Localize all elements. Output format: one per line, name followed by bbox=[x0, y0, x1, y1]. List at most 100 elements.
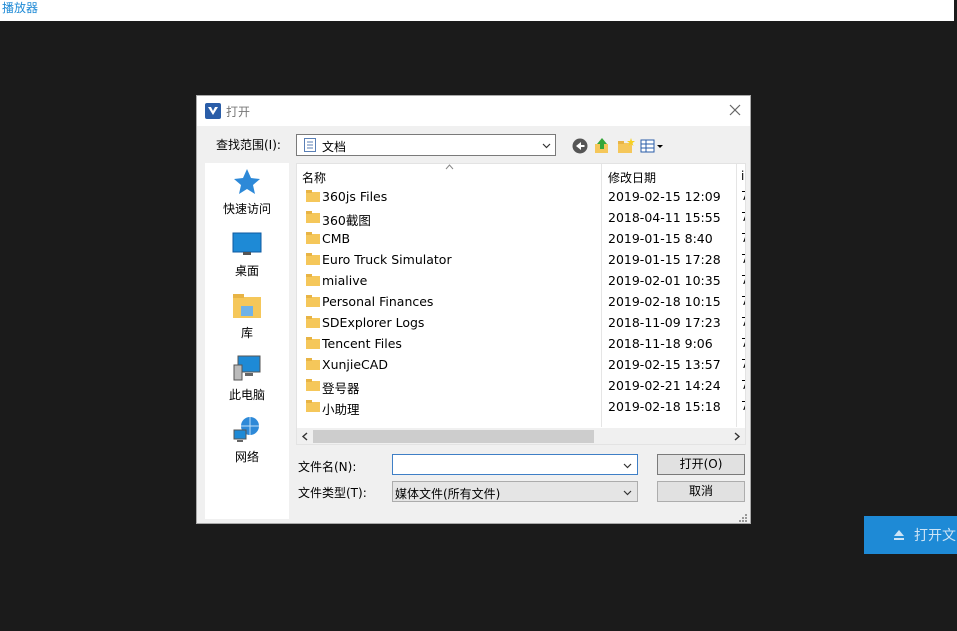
filename-label: 文件名(N): bbox=[298, 460, 357, 474]
place-quick-access[interactable]: 快速访问 bbox=[205, 167, 289, 223]
file-row[interactable]: Tencent Files 2018-11-18 9:06 7 bbox=[297, 333, 745, 354]
filetype-value: 媒体文件(所有文件) bbox=[395, 487, 501, 501]
app-logo-icon bbox=[205, 103, 221, 119]
chevron-down-icon bbox=[623, 490, 632, 496]
file-type-truncated: 7 bbox=[741, 315, 745, 329]
file-name: 360js Files bbox=[322, 189, 388, 204]
file-name: SDExplorer Logs bbox=[322, 315, 425, 330]
sort-ascending-icon bbox=[445, 164, 454, 170]
file-type-truncated: 7 bbox=[741, 357, 745, 371]
file-row[interactable]: XunjieCAD 2019-02-15 13:57 7 bbox=[297, 354, 745, 375]
file-type-truncated: 7 bbox=[741, 294, 745, 308]
file-row[interactable]: 360js Files 2019-02-15 12:09 7 bbox=[297, 186, 745, 207]
app-title: 播放器 bbox=[2, 1, 39, 15]
place-desktop[interactable]: 桌面 bbox=[205, 229, 289, 285]
file-date: 2019-02-18 10:15 bbox=[608, 294, 721, 309]
file-name: XunjieCAD bbox=[322, 357, 388, 372]
scroll-left-icon[interactable] bbox=[301, 432, 308, 441]
file-type-truncated: 7 bbox=[741, 399, 745, 413]
folder-icon bbox=[306, 358, 320, 370]
file-name: Euro Truck Simulator bbox=[322, 252, 452, 267]
file-type-truncated: 7 bbox=[741, 231, 745, 245]
folder-icon bbox=[306, 379, 320, 391]
file-name: mialive bbox=[322, 273, 368, 288]
file-name: Tencent Files bbox=[322, 336, 402, 351]
file-list[interactable]: 名称 修改日期 i 360js Files2019-02-15 12:09736… bbox=[296, 163, 746, 445]
network-icon bbox=[233, 417, 259, 442]
places-bar: 快速访问 桌面 库 此电脑 网络 bbox=[205, 163, 289, 519]
filetype-dropdown[interactable]: 媒体文件(所有文件) bbox=[392, 481, 638, 502]
file-type-truncated: 7 bbox=[741, 273, 745, 287]
file-name: Personal Finances bbox=[322, 294, 434, 309]
file-date: 2019-02-21 14:24 bbox=[608, 378, 721, 393]
cancel-button[interactable]: 取消 bbox=[657, 481, 745, 502]
folder-icon bbox=[306, 400, 320, 412]
open-file-button[interactable]: 打开文 bbox=[864, 516, 957, 554]
up-folder-icon[interactable] bbox=[593, 137, 611, 155]
scroll-right-icon[interactable] bbox=[734, 432, 741, 441]
place-label: 快速访问 bbox=[222, 202, 271, 216]
file-date: 2018-11-18 9:06 bbox=[608, 336, 713, 351]
file-date: 2019-02-15 12:09 bbox=[608, 189, 721, 204]
open-file-label: 打开文 bbox=[914, 528, 956, 544]
file-row[interactable]: 360截图 2018-04-11 15:55 7 bbox=[297, 207, 745, 228]
folder-icon bbox=[306, 316, 320, 328]
file-date: 2019-01-15 17:28 bbox=[608, 252, 721, 267]
column-date-modified[interactable]: 修改日期 bbox=[608, 169, 656, 186]
resize-grip-icon[interactable] bbox=[738, 513, 748, 523]
folder-icon bbox=[306, 274, 320, 286]
folder-icon bbox=[306, 337, 320, 349]
chevron-down-icon bbox=[542, 143, 551, 149]
open-dialog: 打开 查找范围(I): 文档 快速访问 桌面 库 此电脑 网络 名称 修改日期 … bbox=[196, 95, 751, 524]
dialog-title: 打开 bbox=[226, 105, 251, 119]
file-name: 360截图 bbox=[322, 213, 371, 228]
dialog-titlebar: 打开 bbox=[197, 96, 750, 126]
computer-icon bbox=[233, 355, 261, 381]
close-icon[interactable] bbox=[727, 102, 743, 118]
file-row[interactable]: SDExplorer Logs 2018-11-09 17:23 7 bbox=[297, 312, 745, 333]
column-type[interactable]: i bbox=[741, 169, 744, 183]
file-row[interactable]: 登号器 2019-02-21 14:24 7 bbox=[297, 375, 745, 396]
place-label: 库 bbox=[240, 326, 253, 340]
back-icon[interactable] bbox=[571, 137, 589, 155]
horizontal-scrollbar[interactable] bbox=[297, 428, 745, 444]
place-library[interactable]: 库 bbox=[205, 291, 289, 347]
place-network[interactable]: 网络 bbox=[205, 415, 289, 471]
filetype-label: 文件类型(T): bbox=[298, 486, 367, 500]
folder-icon bbox=[306, 253, 320, 265]
new-folder-icon[interactable] bbox=[617, 137, 635, 155]
look-in-dropdown[interactable]: 文档 bbox=[296, 134, 556, 156]
file-date: 2019-01-15 8:40 bbox=[608, 231, 713, 246]
folder-icon bbox=[306, 232, 320, 244]
place-label: 桌面 bbox=[234, 264, 259, 278]
filename-input[interactable] bbox=[392, 454, 638, 475]
file-row[interactable]: mialive 2019-02-01 10:35 7 bbox=[297, 270, 745, 291]
open-button[interactable]: 打开(O) bbox=[657, 454, 745, 475]
place-label: 网络 bbox=[234, 450, 259, 464]
column-name[interactable]: 名称 bbox=[302, 169, 326, 186]
eject-icon bbox=[894, 530, 904, 540]
file-date: 2019-02-15 13:57 bbox=[608, 357, 721, 372]
scrollbar-thumb[interactable] bbox=[313, 430, 594, 443]
file-row[interactable]: CMB 2019-01-15 8:40 7 bbox=[297, 228, 745, 249]
file-row[interactable]: 小助理 2019-02-18 15:18 7 bbox=[297, 396, 745, 417]
file-type-truncated: 7 bbox=[741, 252, 745, 266]
view-menu-icon[interactable] bbox=[640, 137, 666, 155]
file-type-truncated: 7 bbox=[741, 189, 745, 203]
file-row[interactable]: Euro Truck Simulator 2019-01-15 17:28 7 bbox=[297, 249, 745, 270]
chevron-down-icon[interactable] bbox=[623, 461, 632, 470]
place-this-pc[interactable]: 此电脑 bbox=[205, 353, 289, 409]
file-name: 小助理 bbox=[322, 402, 360, 417]
file-row[interactable]: Personal Finances 2019-02-18 10:15 7 bbox=[297, 291, 745, 312]
file-date: 2019-02-01 10:35 bbox=[608, 273, 721, 288]
document-folder-icon bbox=[304, 138, 316, 152]
place-label: 此电脑 bbox=[228, 388, 265, 402]
file-list-header: 名称 修改日期 i bbox=[297, 164, 745, 186]
file-name: CMB bbox=[322, 231, 351, 246]
folder-icon bbox=[306, 190, 320, 202]
app-title-bar: 播放器 bbox=[0, 0, 957, 21]
desktop-icon bbox=[232, 232, 262, 255]
file-type-truncated: 7 bbox=[741, 378, 745, 392]
file-type-truncated: 7 bbox=[741, 210, 745, 224]
file-date: 2018-11-09 17:23 bbox=[608, 315, 721, 330]
